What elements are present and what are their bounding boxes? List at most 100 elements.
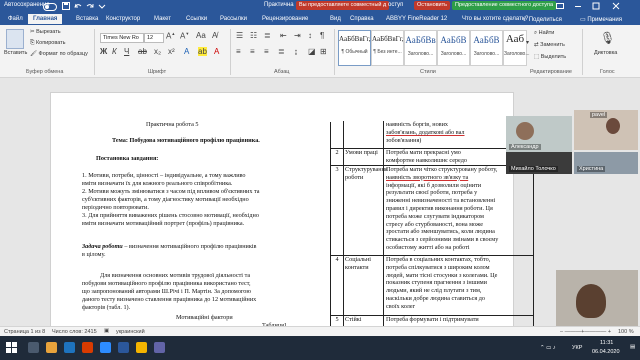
- line-spacing-icon[interactable]: ↨: [294, 47, 298, 56]
- change-case-icon[interactable]: Aa: [196, 31, 206, 40]
- clock-time[interactable]: 11:31: [600, 340, 613, 346]
- tab-mailings[interactable]: Рассылки: [220, 16, 247, 22]
- proofing-icon[interactable]: ▣: [104, 328, 109, 334]
- multilevel-list-icon[interactable]: ≣: [264, 31, 271, 40]
- minimize-icon[interactable]: [574, 2, 582, 10]
- notifications-icon[interactable]: ▤: [630, 344, 635, 350]
- tab-view[interactable]: Вид: [330, 16, 341, 22]
- paste-button[interactable]: Вставить: [4, 50, 27, 56]
- file-explorer-icon[interactable]: [46, 342, 57, 353]
- decrease-indent-icon[interactable]: ⇤: [280, 31, 287, 40]
- tab-abbyy[interactable]: ABBYY FineReader 12: [386, 16, 447, 22]
- tab-home[interactable]: Главная: [28, 14, 63, 24]
- replace-button[interactable]: ⇄ Заменить: [534, 42, 565, 48]
- zoom-level[interactable]: 100 %: [618, 329, 634, 335]
- font-color-icon[interactable]: A: [214, 47, 219, 56]
- video-tile-participant[interactable]: Александр: [506, 116, 572, 152]
- align-left-icon[interactable]: ≡: [236, 47, 241, 56]
- windows-start-icon[interactable]: [6, 342, 17, 353]
- word-count[interactable]: Число слов: 2415: [52, 329, 97, 335]
- maximize-icon[interactable]: [592, 2, 600, 10]
- style-heading-3[interactable]: АаБбВ Заголово...: [470, 30, 503, 66]
- share-banner: Вы предоставляете совместный д: [296, 1, 390, 10]
- font-name-combo[interactable]: Times New Ro: [100, 33, 144, 43]
- format-painter-button[interactable]: 🖌 Формат по образцу: [30, 51, 88, 57]
- redo-icon[interactable]: [86, 2, 94, 10]
- language-indicator[interactable]: украинский: [116, 329, 145, 335]
- style-heading-1[interactable]: АаБбВв Заголово...: [404, 30, 437, 66]
- shrink-font-icon[interactable]: A▼: [180, 31, 189, 41]
- show-marks-icon[interactable]: ¶: [320, 31, 324, 40]
- office-icon[interactable]: [82, 342, 93, 353]
- style-no-spacing[interactable]: АаБбВвГг, ¶ Без инте...: [371, 30, 404, 66]
- paste-icon[interactable]: [6, 29, 24, 49]
- microphone-icon[interactable]: 🎙: [600, 31, 615, 45]
- tab-review[interactable]: Рецензирование: [262, 16, 308, 22]
- tray-icons[interactable]: ⌃ ▭ ♪: [540, 345, 556, 351]
- clear-format-icon[interactable]: A̸: [212, 31, 217, 40]
- ribbon-options-icon[interactable]: [556, 2, 564, 10]
- avatar: [606, 118, 620, 134]
- superscript-icon[interactable]: x²: [168, 47, 175, 56]
- style-heading-2[interactable]: АаБбВ Заголово...: [437, 30, 470, 66]
- styles-more-icon[interactable]: ▾: [526, 39, 529, 46]
- video-tile-participant[interactable]: pavel: [574, 110, 638, 150]
- goal-line: Задача роботи – визначення мотиваційного…: [82, 243, 257, 250]
- numbering-icon[interactable]: ☷: [250, 31, 257, 40]
- zoom-app-icon[interactable]: [100, 342, 111, 353]
- grow-font-icon[interactable]: A▲: [166, 31, 175, 41]
- italic-icon[interactable]: К: [112, 47, 117, 56]
- share-button[interactable]: ⇪ Поделиться: [522, 16, 562, 23]
- tab-references[interactable]: Ссылки: [186, 16, 207, 22]
- stop-sharing-button[interactable]: Остановить: [414, 1, 451, 10]
- increase-indent-icon[interactable]: ⇥: [294, 31, 301, 40]
- tab-layout[interactable]: Макет: [154, 16, 171, 22]
- zoom-slider[interactable]: – ———+———— +: [560, 329, 611, 335]
- tab-insert[interactable]: Вставка: [76, 16, 98, 22]
- autosave-toggle[interactable]: [43, 3, 57, 11]
- find-button[interactable]: ⌕ Найти: [534, 30, 554, 37]
- align-center-icon[interactable]: ≡: [250, 47, 255, 56]
- search-icon[interactable]: [28, 342, 39, 353]
- tab-design[interactable]: Конструктор: [106, 16, 140, 22]
- chrome-icon[interactable]: [136, 342, 147, 353]
- underline-icon[interactable]: Ч: [124, 47, 129, 56]
- comments-button[interactable]: ▭ Примечания: [580, 16, 622, 23]
- clock-date[interactable]: 06.04.2020: [592, 349, 620, 355]
- shading-icon[interactable]: ◪: [308, 47, 316, 56]
- highlight-icon[interactable]: ab: [198, 47, 207, 56]
- customize-qat-icon[interactable]: [98, 2, 106, 10]
- align-right-icon[interactable]: ≡: [264, 47, 269, 56]
- divider: [582, 29, 583, 75]
- select-button[interactable]: ⬚ Выделить: [534, 54, 566, 60]
- page-count[interactable]: Страница 1 из 8: [4, 329, 45, 335]
- font-size-combo[interactable]: 12: [144, 33, 164, 43]
- tab-file[interactable]: Файл: [8, 16, 23, 22]
- tab-help[interactable]: Справка: [350, 16, 374, 22]
- subscript-icon[interactable]: x₂: [154, 47, 161, 56]
- style-title[interactable]: Ааб Заголово...: [503, 30, 530, 66]
- edge-icon[interactable]: [64, 342, 75, 353]
- teams-icon[interactable]: [154, 342, 165, 353]
- keyboard-language[interactable]: УКР: [572, 345, 582, 351]
- sort-icon[interactable]: ↕: [308, 31, 312, 40]
- undo-icon[interactable]: [74, 2, 82, 10]
- bold-icon[interactable]: Ж: [100, 47, 107, 56]
- cut-button[interactable]: ✂ Вырезать: [30, 29, 61, 35]
- video-tile-participant[interactable]: Михайло Толочко: [506, 152, 572, 174]
- dictate-button[interactable]: Диктовка: [594, 50, 617, 56]
- body-line: побудови мотиваційного профілю працівник…: [82, 280, 251, 287]
- style-normal[interactable]: АаБбВвГг, ¶ Обычный: [338, 30, 371, 66]
- video-tile-participant[interactable]: Христина: [574, 152, 638, 174]
- close-icon[interactable]: [612, 2, 620, 10]
- bullets-icon[interactable]: ☰: [236, 31, 243, 40]
- copy-button[interactable]: ⎘ Копировать: [30, 40, 66, 47]
- tell-me-search[interactable]: Что вы хотите сделать?: [462, 16, 528, 22]
- strikethrough-icon[interactable]: ab: [138, 47, 147, 56]
- text-effects-icon[interactable]: A: [184, 47, 189, 56]
- justify-icon[interactable]: ≣: [278, 47, 285, 56]
- save-icon[interactable]: [62, 2, 70, 10]
- self-video-tile[interactable]: [556, 270, 638, 326]
- word-icon[interactable]: [118, 342, 129, 353]
- borders-icon[interactable]: ⊞: [320, 47, 327, 56]
